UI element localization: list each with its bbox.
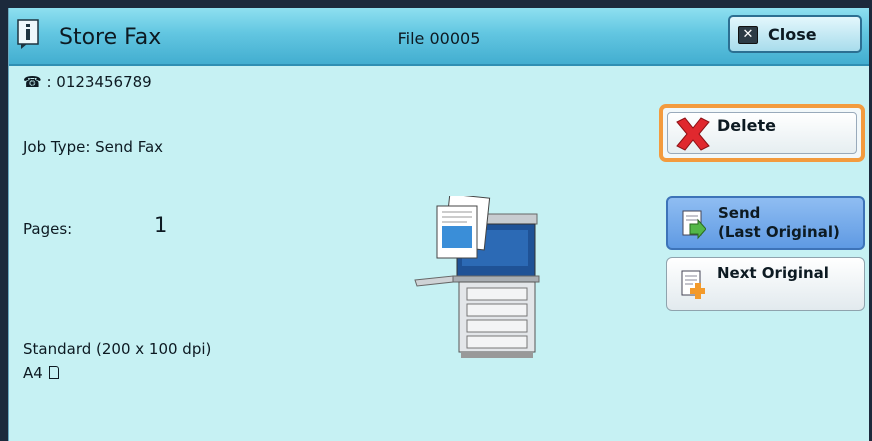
pages-label: Pages: bbox=[23, 220, 73, 238]
next-original-button[interactable]: Next Original bbox=[666, 257, 865, 311]
screen: Store Fax File 00005 ✕ Close ☎ : 0123456… bbox=[0, 0, 872, 441]
store-fax-panel: Store Fax File 00005 ✕ Close ☎ : 0123456… bbox=[8, 8, 869, 441]
paper-size-label: A4 bbox=[23, 364, 43, 382]
multifunction-printer-icon bbox=[414, 196, 540, 358]
send-label-line2: (Last Original) bbox=[718, 223, 840, 241]
delete-button-label: Delete bbox=[717, 116, 776, 135]
close-icon: ✕ bbox=[738, 26, 758, 44]
pages-value: 1 bbox=[154, 213, 168, 237]
send-button-label: Send (Last Original) bbox=[718, 204, 840, 242]
delete-icon bbox=[676, 117, 710, 151]
paper-size: A4 bbox=[23, 364, 59, 382]
job-type: Job Type: Send Fax bbox=[23, 138, 164, 156]
phone-number: ☎ : 0123456789 bbox=[23, 73, 152, 91]
send-icon bbox=[682, 210, 706, 240]
resolution: Standard (200 x 100 dpi) bbox=[23, 340, 212, 358]
next-original-icon bbox=[681, 270, 705, 299]
close-button[interactable]: ✕ Close bbox=[728, 15, 862, 53]
send-label-line1: Send bbox=[718, 204, 761, 222]
delete-button[interactable]: Delete bbox=[659, 104, 865, 162]
next-original-label: Next Original bbox=[717, 264, 829, 282]
portrait-paper-icon bbox=[48, 366, 59, 379]
send-last-original-button[interactable]: Send (Last Original) bbox=[666, 196, 865, 250]
title-bar: Store Fax File 00005 ✕ Close bbox=[9, 8, 869, 66]
close-button-label: Close bbox=[768, 25, 817, 44]
